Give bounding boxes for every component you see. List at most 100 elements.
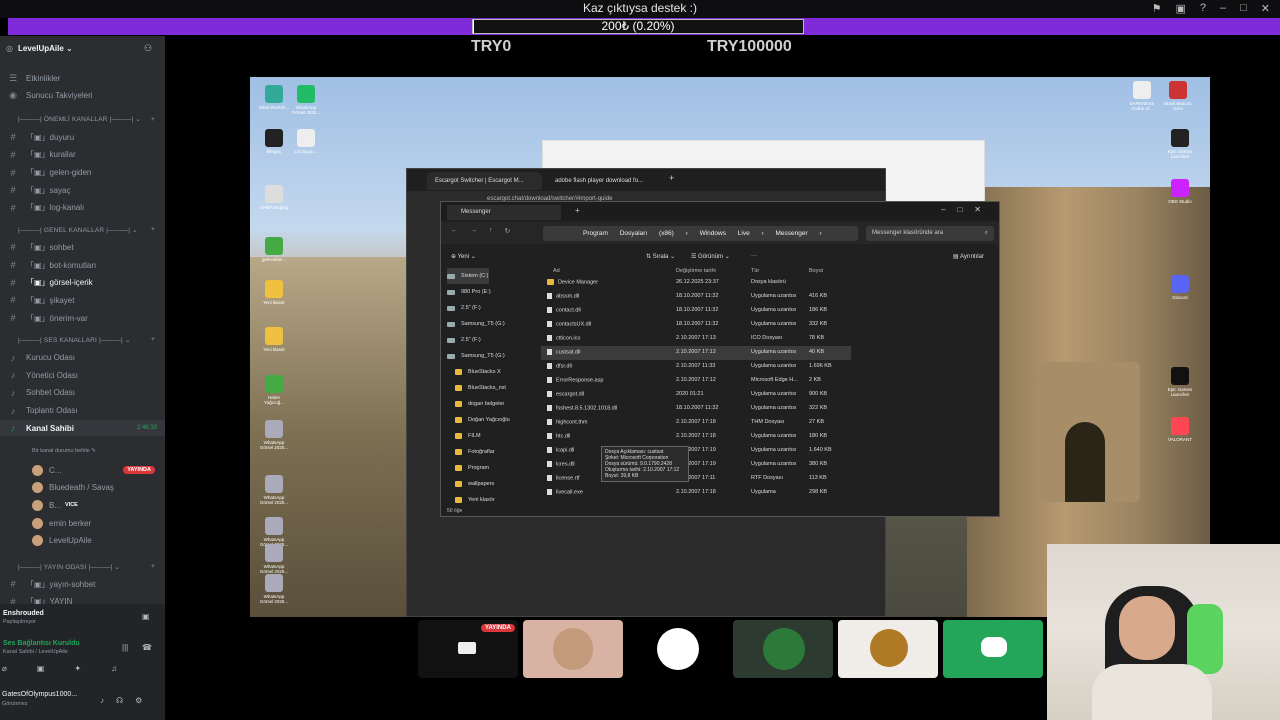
desktop-icon[interactable]: WhatsApp Görsel 2025... xyxy=(290,85,322,117)
nav-item[interactable]: BlueStacks_nxt xyxy=(455,380,506,396)
channel-item[interactable]: # 「▣」görsel-içerik xyxy=(0,275,165,291)
explorer-window-controls[interactable]: – □ ✕ xyxy=(941,205,981,214)
nav-item[interactable]: Yeni klasör xyxy=(455,492,495,508)
channel-status-text[interactable]: Bir kanal durumu belirle ✎ xyxy=(32,448,96,454)
channel-item[interactable]: # 「▣」önerim-var xyxy=(0,310,165,326)
sort-button[interactable]: ⇅ Sırala ⌄ xyxy=(646,253,675,260)
channel-item[interactable]: # 「▣」şikayet xyxy=(0,292,165,308)
desktop-icon[interactable]: VALORANT xyxy=(1164,417,1196,449)
forward-icon[interactable]: → xyxy=(470,227,477,235)
file-row[interactable]: custsat.dll 2.10.2007 17:12 Uygulama uzant… xyxy=(541,346,851,360)
invite-icon[interactable]: ⚇ xyxy=(144,43,152,54)
desktop-icon[interactable]: EHBP1W.jpeg xyxy=(258,185,290,217)
soundboard-icon[interactable]: ♫ xyxy=(111,664,117,673)
voice-channel-item[interactable]: ♪ Yönetici Odası xyxy=(0,367,165,383)
server-name[interactable]: LevelUpAile ⌄ xyxy=(18,44,73,53)
desktop-icon[interactable]: Discord xyxy=(1164,275,1196,307)
close-icon[interactable]: ✕ xyxy=(974,205,981,214)
desktop-icon[interactable]: Haber Yağcıoğ... xyxy=(258,375,290,407)
voice-member[interactable]: B... VICE xyxy=(0,497,165,513)
nav-buttons[interactable]: ← → ↑ ↻ xyxy=(451,227,510,235)
path-segment[interactable]: Windows Live xyxy=(700,230,750,237)
participant-tile-moto[interactable] xyxy=(733,620,833,678)
nav-item[interactable]: Doğan Yağcıoğlu xyxy=(455,412,510,428)
channel-item[interactable]: # 「▣」log-kanalı xyxy=(0,200,165,216)
participant-tile-screen[interactable]: YAYINDA xyxy=(418,620,518,678)
voice-channel-item[interactable]: ♪ Sohbet Odası xyxy=(0,385,165,401)
participant-tile-discord[interactable] xyxy=(943,620,1043,678)
file-row[interactable]: ErrorResponse.asp 2.10.2007 17:12 Microsof… xyxy=(541,374,851,388)
channel-item[interactable]: # 「▣」duyuru xyxy=(0,129,165,145)
nav-item[interactable]: dogan belgeler xyxy=(455,396,504,412)
column-header-name[interactable]: Ad xyxy=(553,268,560,274)
maximize-icon[interactable]: □ xyxy=(957,205,962,214)
mic-icon[interactable]: ♪ xyxy=(100,696,104,705)
screen-icon[interactable]: ▣ xyxy=(37,664,45,673)
nav-item[interactable]: FILM xyxy=(455,428,481,444)
nav-item[interactable]: 2.5" (F:) xyxy=(447,300,481,316)
new-tab-icon[interactable]: + xyxy=(669,173,674,183)
file-row[interactable]: abssm.dll 18.10.2007 11:32 Uygulama uzantı… xyxy=(541,290,851,304)
nav-item[interactable]: Samsung_T5 (G:) xyxy=(447,348,505,364)
add-channel-icon[interactable]: + xyxy=(151,336,155,343)
file-row[interactable]: ctticon.ico 2.10.2007 17:13 ICO Dosyası 78 … xyxy=(541,332,851,346)
path-segment[interactable]: Messenger xyxy=(775,230,807,237)
file-row[interactable]: escargot.dll 2020 01:21 Uygulama uzantısı 9… xyxy=(541,388,851,402)
channel-item[interactable]: # 「▣」sohbet xyxy=(0,239,165,255)
add-channel-icon[interactable]: + xyxy=(151,563,155,570)
desktop-icon[interactable]: Yeni klasör xyxy=(258,327,290,359)
channel-item[interactable]: # 「▣」gelen-giden xyxy=(0,165,165,181)
voice-member[interactable]: Bluedeath / Savaş xyxy=(0,480,165,496)
desktop-icon[interactable]: OBS Studio xyxy=(1164,179,1196,211)
details-button[interactable]: ▤ Ayrıntılar xyxy=(953,253,984,260)
file-row[interactable]: lcapi.dll 2.10.2007 17:19 Uygulama uzantıs… xyxy=(541,444,851,458)
add-channel-icon[interactable]: + xyxy=(151,226,155,233)
desktop-icon[interactable]: WhatsApp Görsel 2025... xyxy=(258,574,290,606)
desktop-icon[interactable]: gelecekler... xyxy=(258,237,290,269)
channel-item[interactable]: # 「▣」sayaç xyxy=(0,182,165,198)
desktop-icon[interactable]: Steel Worksh... xyxy=(258,85,290,117)
voice-member[interactable]: emin berker xyxy=(0,515,165,531)
column-header-type[interactable]: Tür xyxy=(751,268,759,274)
file-row[interactable]: fsshest.8.5.1302.1018.dll 18.10.2007 11:3… xyxy=(541,402,851,416)
category-general[interactable]: |———| GENEL KANALLAR |———| ⌄ + xyxy=(0,222,165,238)
file-row[interactable]: livecall.exe 2.10.2007 17:18 Uygulama 298 K… xyxy=(541,486,851,500)
participant-tile-trophy[interactable] xyxy=(838,620,938,678)
close-icon[interactable]: ✕ xyxy=(1261,2,1270,15)
file-row[interactable]: highcont.thm 2.10.2007 17:18 THM Dosyası 27… xyxy=(541,416,851,430)
column-header-size[interactable]: Boyut xyxy=(809,268,823,274)
nav-item[interactable]: 2.5" (F:) xyxy=(447,332,481,348)
desktop-icon[interactable]: Yeni klasör xyxy=(258,280,290,312)
channel-item[interactable]: # 「▣」bot-komutları xyxy=(0,257,165,273)
desktop-icon[interactable]: DARKNESS Clothe of... xyxy=(1126,81,1158,113)
activity-icon[interactable]: ✦ xyxy=(74,664,81,673)
window-controls[interactable]: ⚑ ▣ ? – □ ✕ xyxy=(1152,2,1270,15)
pin-icon[interactable]: ⚑ xyxy=(1152,2,1162,15)
inbox-icon[interactable]: ▣ xyxy=(1175,2,1185,15)
maximize-icon[interactable]: □ xyxy=(1240,2,1247,15)
file-explorer-window[interactable]: Messenger + – □ ✕ ← → ↑ ↻ Program Dosyaları (… xyxy=(440,201,1000,517)
minimize-icon[interactable]: – xyxy=(1220,2,1226,15)
noise-icon[interactable]: ||| xyxy=(122,643,128,652)
explorer-tab[interactable]: Messenger xyxy=(447,205,561,220)
voice-channel-item[interactable]: ♪ Toplantı Odası xyxy=(0,403,165,419)
category-voice[interactable]: |———| SES KANALLARI |———| ⌄ + xyxy=(0,332,165,348)
path-segment[interactable]: Program Dosyaları (x86) xyxy=(583,230,674,237)
channel-item[interactable]: # 「▣」kurallar xyxy=(0,147,165,163)
more-options-icon[interactable]: ··· xyxy=(751,253,757,259)
desktop-icon[interactable]: WhatsApp Görsel 2025... xyxy=(258,544,290,576)
file-row[interactable]: contact.dll 18.10.2007 11:32 Uygulama uzan… xyxy=(541,304,851,318)
voice-member[interactable]: C... YAYINDA xyxy=(0,462,165,478)
up-icon[interactable]: ↑ xyxy=(489,227,493,235)
chrome-tab-flash[interactable]: adobe flash player download fo... xyxy=(547,172,662,190)
new-button[interactable]: ⊕ Yeni ⌄ xyxy=(451,253,476,260)
refresh-icon[interactable]: ↻ xyxy=(505,227,511,235)
nav-item[interactable]: Sistem (C:) xyxy=(447,268,489,284)
minimize-icon[interactable]: – xyxy=(941,205,945,214)
desktop-icon[interactable]: Epic Games Launcher xyxy=(1164,367,1196,399)
disconnect-icon[interactable]: ☎ xyxy=(142,643,152,652)
help-icon[interactable]: ? xyxy=(1200,2,1206,15)
explorer-address-bar[interactable]: Program Dosyaları (x86) › Windows Live ›… xyxy=(543,226,858,241)
voice-status[interactable]: Ses Bağlantısı Kuruldu xyxy=(3,640,80,647)
explorer-new-tab-icon[interactable]: + xyxy=(575,206,580,215)
